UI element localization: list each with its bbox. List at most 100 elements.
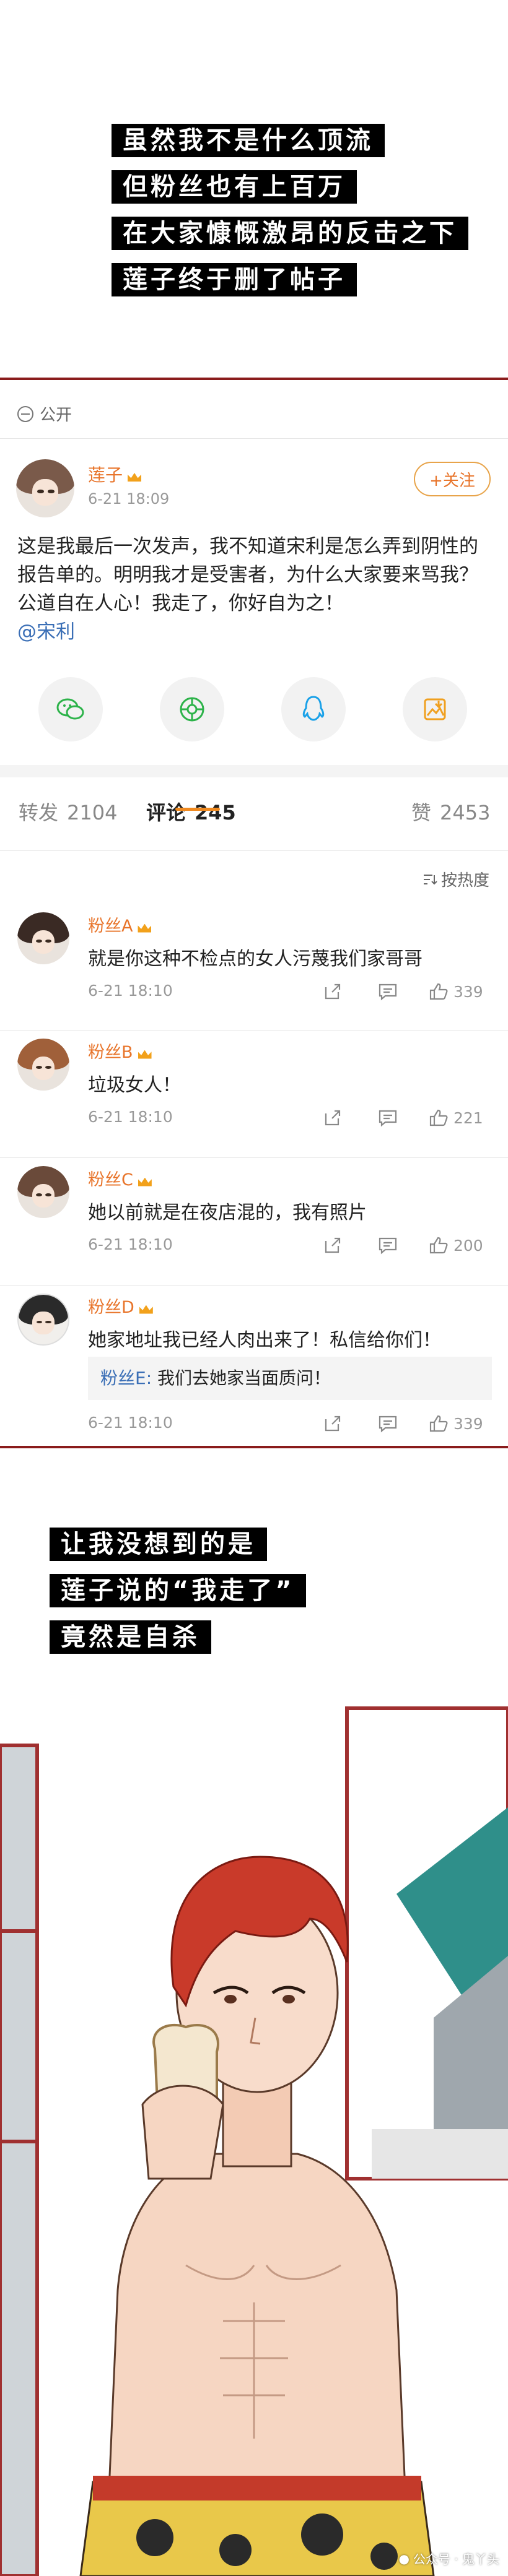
caption-line: 但粉丝也有上百万 — [112, 170, 357, 204]
like-count-value: 221 — [453, 1109, 483, 1127]
like-count-value: 339 — [453, 982, 483, 1001]
reply-action[interactable] — [378, 1412, 398, 1435]
sort-toggle[interactable]: 按热度 — [423, 868, 489, 891]
watermark-text: 公众号 · 鬼丫头 — [413, 2552, 499, 2567]
like-action[interactable]: 339 — [429, 1412, 483, 1435]
visibility-row: 公开 — [17, 402, 72, 425]
reply-author[interactable]: 粉丝E: — [100, 1368, 152, 1388]
author-name[interactable]: 莲子 — [88, 462, 142, 486]
wechat-icon — [56, 698, 84, 720]
reply-action[interactable] — [378, 980, 398, 1003]
comment-author-name[interactable]: 粉丝A — [88, 917, 133, 936]
like-action[interactable]: 200 — [429, 1234, 483, 1256]
wechat-share-button[interactable] — [38, 677, 103, 741]
share-out-icon — [325, 1237, 341, 1253]
comic-illustration: ● 公众号 · 鬼丫头 — [0, 1671, 508, 2576]
repost-count: 2104 — [67, 801, 118, 824]
moments-share-button[interactable] — [160, 677, 224, 741]
comment-item: 粉丝D 她家地址我已经人肉出来了！私信给你们！ 粉丝E: 我们去她家当面质问！ … — [0, 1294, 508, 1442]
tab-bar: 转发 2104 评论 245 赞 2453 — [0, 789, 508, 832]
avatar[interactable] — [17, 1039, 69, 1091]
shirtless-man-eating-toast-illustration — [0, 1671, 508, 2576]
repost-action[interactable] — [323, 1107, 342, 1129]
crown-badge-icon — [138, 1302, 154, 1315]
active-tab-indicator — [175, 808, 220, 811]
sort-label: 按热度 — [440, 871, 489, 890]
like-count-value: 339 — [453, 1414, 483, 1433]
tab-comments-label: 评论 — [146, 801, 186, 824]
comment-author-name[interactable]: 粉丝B — [88, 1043, 133, 1062]
moments-icon — [180, 697, 204, 722]
tab-likes-label: 赞 — [411, 801, 432, 824]
comment-author[interactable]: 粉丝B — [88, 1039, 153, 1063]
repost-action[interactable] — [323, 1412, 342, 1435]
share-out-icon — [325, 983, 341, 1000]
divider — [0, 1157, 508, 1158]
comment-icon — [379, 1237, 397, 1255]
save-image-icon — [424, 698, 446, 720]
comment-icon — [379, 1416, 397, 1433]
caption-line: 莲子说的“我走了” — [50, 1574, 306, 1607]
weibo-post-card: 公开 莲子 6-21 18:09 +关注 这是我最后一次发声，我不知道宋利是怎么… — [0, 378, 508, 1448]
divider — [0, 1285, 508, 1286]
divider — [0, 438, 508, 439]
visibility-label: 公开 — [40, 406, 72, 425]
thumbs-up-icon — [429, 1109, 448, 1126]
comment-text: 垃圾女人！ — [88, 1074, 181, 1096]
section-separator — [0, 765, 508, 777]
qq-icon — [302, 696, 325, 721]
post-body: 这是我最后一次发声，我不知道宋利是怎么弄到阴性的报告单的。明明我才是受害者，为什… — [17, 532, 491, 646]
post-time: 6-21 18:09 — [88, 490, 170, 508]
comment-icon — [379, 1110, 397, 1127]
share-out-icon — [325, 1110, 341, 1126]
comment-author-name[interactable]: 粉丝C — [88, 1170, 133, 1190]
tab-repost[interactable]: 转发 2104 — [19, 797, 117, 826]
comment-icon — [379, 983, 397, 1001]
comment-author[interactable]: 粉丝A — [88, 912, 152, 936]
qq-share-button[interactable] — [281, 677, 346, 741]
caption-line: 在大家慷慨激昂的反击之下 — [112, 217, 468, 250]
globe-icon — [17, 405, 33, 422]
mention-link[interactable]: @宋利 — [17, 621, 75, 643]
avatar[interactable] — [16, 459, 74, 517]
like-count: 2453 — [440, 801, 491, 824]
avatar[interactable] — [17, 912, 69, 964]
reply-preview[interactable]: 粉丝E: 我们去她家当面质问！ — [88, 1357, 492, 1400]
thumbs-up-icon — [429, 1415, 448, 1432]
reply-action[interactable] — [378, 1107, 398, 1129]
comment-time: 6-21 18:10 — [88, 1414, 173, 1432]
avatar[interactable] — [17, 1166, 69, 1218]
comment-time: 6-21 18:10 — [88, 1235, 173, 1253]
comment-item: 粉丝B 垃圾女人！ 6-21 18:10 221 — [0, 1039, 508, 1156]
thumbs-up-icon — [429, 1237, 448, 1254]
reply-action[interactable] — [378, 1234, 398, 1256]
divider — [0, 850, 508, 851]
crown-badge-icon — [137, 1047, 153, 1060]
comment-text: 她以前就是在夜店混的，我有照片 — [88, 1202, 367, 1224]
comment-author[interactable]: 粉丝D — [88, 1294, 154, 1318]
follow-button[interactable]: +关注 — [414, 462, 491, 496]
comment-author-name[interactable]: 粉丝D — [88, 1298, 134, 1317]
comment-item: 粉丝C 她以前就是在夜店混的，我有照片 6-21 18:10 200 — [0, 1166, 508, 1284]
share-row — [0, 677, 508, 745]
author-name-text[interactable]: 莲子 — [88, 465, 123, 485]
comment-time: 6-21 18:10 — [88, 982, 173, 1000]
like-action[interactable]: 221 — [429, 1107, 483, 1129]
crown-badge-icon — [137, 1174, 153, 1188]
repost-action[interactable] — [323, 980, 342, 1003]
reply-text: 我们去她家当面质问！ — [152, 1368, 331, 1388]
comment-time: 6-21 18:10 — [88, 1108, 173, 1126]
post-text: 这是我最后一次发声，我不知道宋利是怎么弄到阴性的报告单的。明明我才是受害者，为什… — [17, 535, 478, 615]
avatar[interactable] — [17, 1294, 69, 1346]
tab-comments[interactable]: 评论 245 — [146, 797, 236, 826]
like-action[interactable]: 339 — [429, 980, 483, 1003]
tab-repost-label: 转发 — [19, 801, 59, 824]
repost-action[interactable] — [323, 1234, 342, 1256]
caption-line: 竟然是自杀 — [50, 1620, 211, 1654]
comment-item: 粉丝A 就是你这种不检点的女人污蔑我们家哥哥 6-21 18:10 339 — [0, 912, 508, 1030]
crown-badge-icon — [136, 920, 152, 934]
comment-text: 她家地址我已经人肉出来了！私信给你们！ — [88, 1329, 441, 1351]
tab-likes[interactable]: 赞 2453 — [411, 797, 490, 826]
comment-author[interactable]: 粉丝C — [88, 1166, 153, 1190]
save-image-button[interactable] — [403, 677, 467, 741]
